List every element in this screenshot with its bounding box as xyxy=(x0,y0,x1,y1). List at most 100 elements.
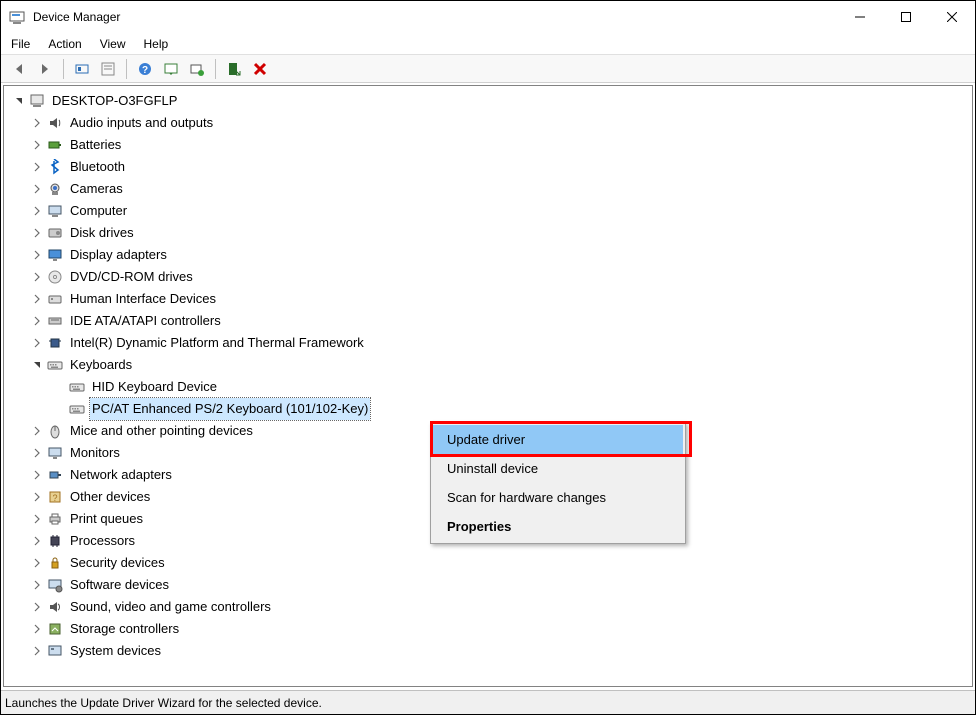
expander-icon[interactable] xyxy=(30,534,44,548)
tree-item[interactable]: Disk drives xyxy=(6,222,972,244)
tree-child-item[interactable]: HID Keyboard Device xyxy=(6,376,972,398)
expander-icon[interactable] xyxy=(30,226,44,240)
expander-icon[interactable] xyxy=(30,446,44,460)
expander-icon[interactable] xyxy=(30,578,44,592)
keyboard-icon xyxy=(68,400,86,418)
tree-item-label: Bluetooth xyxy=(68,156,127,178)
other-icon: ? xyxy=(46,488,64,506)
expander-icon[interactable] xyxy=(30,622,44,636)
tree-item[interactable]: Keyboards xyxy=(6,354,972,376)
expander-icon[interactable] xyxy=(30,468,44,482)
expander-icon[interactable] xyxy=(30,314,44,328)
back-button[interactable] xyxy=(7,57,31,81)
tree-item[interactable]: Computer xyxy=(6,200,972,222)
add-legacy-button[interactable] xyxy=(222,57,246,81)
app-icon xyxy=(9,9,25,25)
tree-item[interactable]: System devices xyxy=(6,640,972,662)
ctx-scan-hardware[interactable]: Scan for hardware changes xyxy=(433,483,683,512)
tree-item[interactable]: Bluetooth xyxy=(6,156,972,178)
svg-text:?: ? xyxy=(142,65,148,76)
tree-item-label: IDE ATA/ATAPI controllers xyxy=(68,310,223,332)
expander-icon[interactable] xyxy=(30,116,44,130)
expander-icon[interactable] xyxy=(30,292,44,306)
uninstall-toolbar-button[interactable] xyxy=(248,57,272,81)
update-toolbar-button[interactable] xyxy=(185,57,209,81)
chip-icon xyxy=(46,334,64,352)
menu-action[interactable]: Action xyxy=(48,37,81,51)
expander-icon[interactable] xyxy=(30,270,44,284)
tree-item[interactable]: DVD/CD-ROM drives xyxy=(6,266,972,288)
menu-help[interactable]: Help xyxy=(144,37,169,51)
tree-item[interactable]: Batteries xyxy=(6,134,972,156)
expander-icon[interactable] xyxy=(30,490,44,504)
sound-icon xyxy=(46,598,64,616)
expander-icon[interactable] xyxy=(30,644,44,658)
help-toolbar-button[interactable]: ? xyxy=(133,57,157,81)
expander-icon[interactable] xyxy=(12,94,26,108)
tree-item-label: Human Interface Devices xyxy=(68,288,218,310)
show-hidden-button[interactable] xyxy=(70,57,94,81)
expander-icon[interactable] xyxy=(30,336,44,350)
tree-item[interactable]: Storage controllers xyxy=(6,618,972,640)
expander-icon[interactable] xyxy=(30,424,44,438)
menu-view[interactable]: View xyxy=(100,37,126,51)
mouse-icon xyxy=(46,422,64,440)
computer-root-icon xyxy=(28,92,46,110)
system-icon xyxy=(46,642,64,660)
scan-hardware-button[interactable] xyxy=(159,57,183,81)
device-tree[interactable]: DESKTOP-O3FGFLPAudio inputs and outputsB… xyxy=(4,86,972,686)
tree-item-label: Processors xyxy=(68,530,137,552)
tree-item-label: Keyboards xyxy=(68,354,134,376)
computer-icon xyxy=(46,202,64,220)
statusbar-text: Launches the Update Driver Wizard for th… xyxy=(5,696,322,710)
window-title: Device Manager xyxy=(33,10,120,24)
tree-item[interactable]: Intel(R) Dynamic Platform and Thermal Fr… xyxy=(6,332,972,354)
network-icon xyxy=(46,466,64,484)
menu-file[interactable]: File xyxy=(11,37,30,51)
tree-item-label: Intel(R) Dynamic Platform and Thermal Fr… xyxy=(68,332,366,354)
expander-icon[interactable] xyxy=(30,600,44,614)
maximize-button[interactable] xyxy=(883,1,929,33)
expander-icon[interactable] xyxy=(30,556,44,570)
close-button[interactable] xyxy=(929,1,975,33)
tree-root-label: DESKTOP-O3FGFLP xyxy=(50,90,179,112)
tree-child-item[interactable]: PC/AT Enhanced PS/2 Keyboard (101/102-Ke… xyxy=(6,398,972,420)
ctx-update-driver[interactable]: Update driver xyxy=(433,425,683,454)
expander-icon[interactable] xyxy=(30,160,44,174)
expander-icon[interactable] xyxy=(30,138,44,152)
dvd-icon xyxy=(46,268,64,286)
expander-icon[interactable] xyxy=(30,182,44,196)
toolbar: ? xyxy=(1,55,975,83)
tree-root[interactable]: DESKTOP-O3FGFLP xyxy=(6,90,972,112)
expander-icon[interactable] xyxy=(30,512,44,526)
disk-icon xyxy=(46,224,64,242)
properties-toolbar-button[interactable] xyxy=(96,57,120,81)
tree-panel: DESKTOP-O3FGFLPAudio inputs and outputsB… xyxy=(3,85,973,687)
tree-child-label: PC/AT Enhanced PS/2 Keyboard (101/102-Ke… xyxy=(90,398,370,420)
tree-item[interactable]: IDE ATA/ATAPI controllers xyxy=(6,310,972,332)
tree-item-label: Network adapters xyxy=(68,464,174,486)
tree-item[interactable]: Display adapters xyxy=(6,244,972,266)
tree-item[interactable]: Cameras xyxy=(6,178,972,200)
ctx-uninstall-device[interactable]: Uninstall device xyxy=(433,454,683,483)
tree-item[interactable]: Sound, video and game controllers xyxy=(6,596,972,618)
bluetooth-icon xyxy=(46,158,64,176)
storage-icon xyxy=(46,620,64,638)
titlebar: Device Manager xyxy=(1,1,975,33)
tree-item[interactable]: Audio inputs and outputs xyxy=(6,112,972,134)
expander-icon[interactable] xyxy=(30,204,44,218)
ctx-properties[interactable]: Properties xyxy=(433,512,683,541)
tree-child-label: HID Keyboard Device xyxy=(90,376,219,398)
minimize-button[interactable] xyxy=(837,1,883,33)
tree-item[interactable]: Security devices xyxy=(6,552,972,574)
expander-icon[interactable] xyxy=(30,358,44,372)
tree-item[interactable]: Software devices xyxy=(6,574,972,596)
tree-item-label: Audio inputs and outputs xyxy=(68,112,215,134)
tree-item-label: Security devices xyxy=(68,552,167,574)
tree-item-label: Storage controllers xyxy=(68,618,181,640)
context-menu: Update driver Uninstall device Scan for … xyxy=(430,422,686,544)
expander-icon[interactable] xyxy=(30,248,44,262)
display-icon xyxy=(46,246,64,264)
tree-item[interactable]: Human Interface Devices xyxy=(6,288,972,310)
forward-button[interactable] xyxy=(33,57,57,81)
